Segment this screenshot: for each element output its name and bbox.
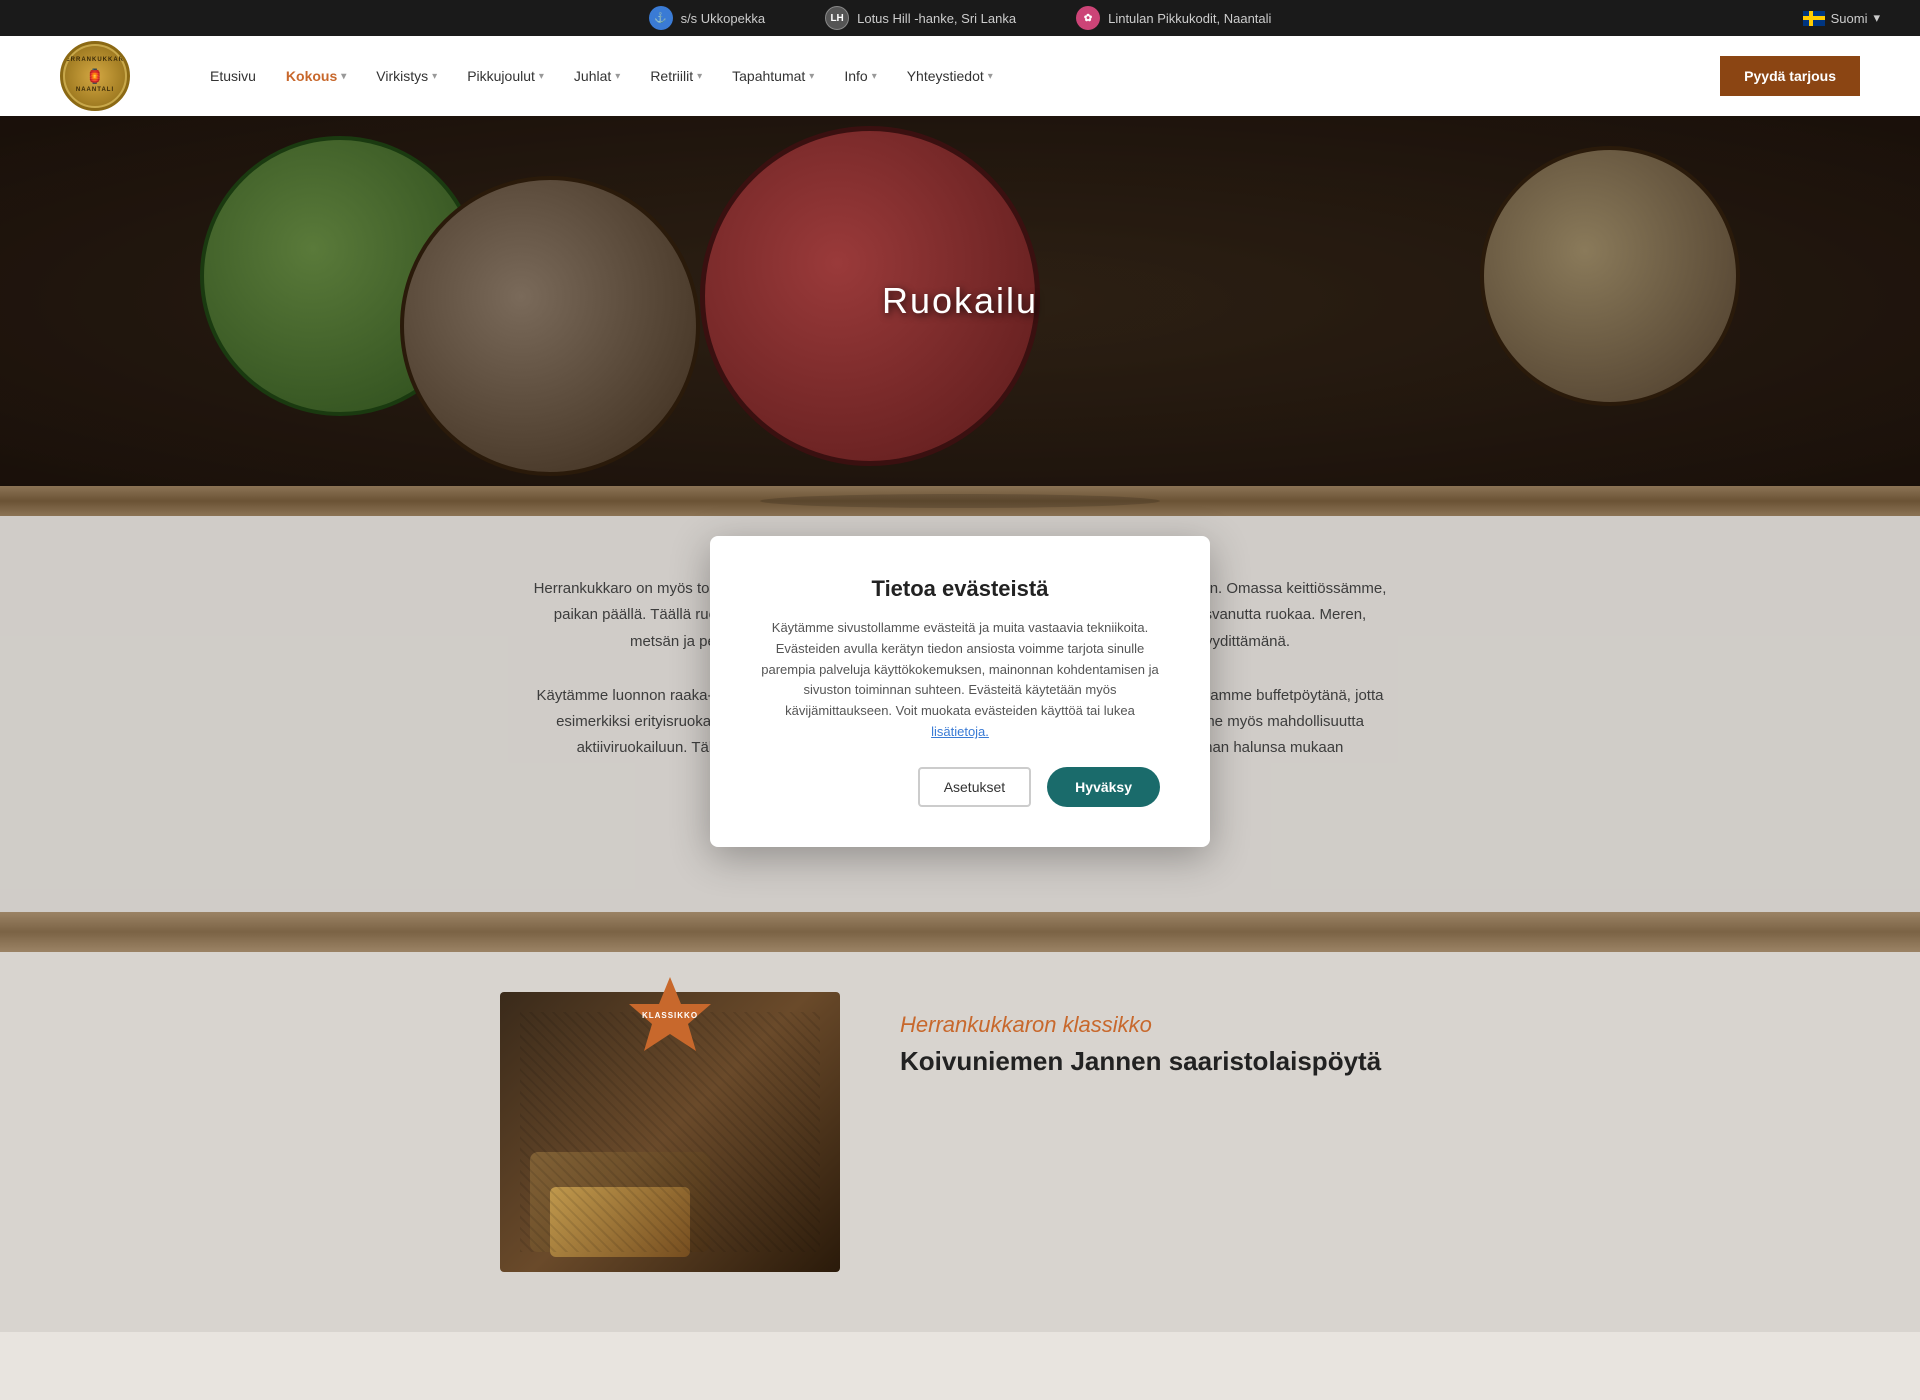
navbar: HERRANKUKKARO 🏮 NAANTALI Etusivu Kokous … [0, 36, 1920, 116]
svg-text:KLASSIKKO: KLASSIKKO [642, 1011, 698, 1020]
topbar-label-ukkopekka: s/s Ukkopekka [681, 11, 766, 26]
nav-virkistys[interactable]: Virkistys ▾ [376, 68, 437, 84]
cookie-title: Tietoa evästeistä [760, 576, 1160, 602]
pikkujoulut-chevron: ▾ [539, 71, 544, 82]
tapahtumat-chevron: ▾ [809, 71, 814, 82]
hero-title: Ruokailu [882, 280, 1038, 322]
hero-section: Ruokailu [0, 116, 1920, 486]
topbar-item-ukkopekka[interactable]: ⚓ s/s Ukkopekka [649, 6, 766, 30]
language-selector[interactable]: Suomi ▾ [1803, 10, 1880, 26]
topbar-item-lintulan[interactable]: ✿ Lintulan Pikkukodit, Naantali [1076, 6, 1271, 30]
nav-info[interactable]: Info ▾ [844, 68, 876, 84]
wood-divider-bottom [0, 912, 1920, 952]
bowl-3 [1480, 146, 1740, 406]
lintulan-icon: ✿ [1076, 6, 1100, 30]
nav-kokous[interactable]: Kokous ▾ [286, 68, 346, 84]
klassikko-heading: Koivuniemen Jannen saaristolaispöytä [900, 1046, 1381, 1077]
klassikko-image-wrap: KLASSIKKO [500, 992, 840, 1272]
bowl-4 [400, 176, 700, 476]
cookie-accept-button[interactable]: Hyväksy [1047, 767, 1160, 807]
kokous-chevron: ▾ [341, 71, 346, 82]
topbar-label-lotus: Lotus Hill -hanke, Sri Lanka [857, 11, 1016, 26]
klassikko-section: KLASSIKKO Herrankukkaron klassikko Koivu… [460, 992, 1460, 1272]
content-section: Tietoa evästeistä Käytämme sivustollamme… [0, 516, 1920, 912]
klassikko-star-container: KLASSIKKO [625, 972, 715, 1062]
nav-juhlat[interactable]: Juhlat ▾ [574, 68, 620, 84]
info-chevron: ▾ [872, 71, 877, 82]
logo-inner: HERRANKUKKARO 🏮 NAANTALI [65, 46, 125, 106]
nav-pikkujoulut[interactable]: Pikkujoulut ▾ [467, 68, 544, 84]
juhlat-chevron: ▾ [615, 71, 620, 82]
nav-links: Etusivu Kokous ▾ Virkistys ▾ Pikkujoulut… [210, 68, 1720, 84]
yhteystiedot-chevron: ▾ [988, 71, 993, 82]
virkistys-chevron: ▾ [432, 71, 437, 82]
cookie-more-link[interactable]: lisätietoja. [931, 724, 989, 739]
nav-tapahtumat[interactable]: Tapahtumat ▾ [732, 68, 814, 84]
cookie-buttons: Asetukset Hyväksy [760, 767, 1160, 807]
klassikko-star-svg: KLASSIKKO [625, 972, 715, 1062]
wood-divider-top [0, 486, 1920, 516]
cookie-modal-overlay: Tietoa evästeistä Käytämme sivustollamme… [0, 516, 1920, 912]
nav-etusivu[interactable]: Etusivu [210, 68, 256, 84]
logo[interactable]: HERRANKUKKARO 🏮 NAANTALI [60, 41, 130, 111]
language-label: Suomi [1831, 11, 1868, 26]
language-chevron: ▾ [1873, 10, 1880, 26]
topbar-label-lintulan: Lintulan Pikkukodit, Naantali [1108, 11, 1271, 26]
cookie-body: Käytämme sivustollamme evästeitä ja muit… [760, 618, 1160, 743]
nav-retriilit[interactable]: Retriilit ▾ [650, 68, 702, 84]
ukkopekka-icon: ⚓ [649, 6, 673, 30]
klassikko-text: Herrankukkaron klassikko Koivuniemen Jan… [900, 992, 1381, 1077]
food-visual [530, 1152, 710, 1252]
top-bar: ⚓ s/s Ukkopekka LH Lotus Hill -hanke, Sr… [0, 0, 1920, 36]
bottom-section: KLASSIKKO Herrankukkaron klassikko Koivu… [0, 912, 1920, 1332]
retriilit-chevron: ▾ [697, 71, 702, 82]
klassikko-subtitle: Herrankukkaron klassikko [900, 1012, 1381, 1038]
topbar-item-lotus[interactable]: LH Lotus Hill -hanke, Sri Lanka [825, 6, 1016, 30]
nav-yhteystiedot[interactable]: Yhteystiedot ▾ [907, 68, 993, 84]
cta-button[interactable]: Pyydä tarjous [1720, 56, 1860, 96]
cookie-modal: Tietoa evästeistä Käytämme sivustollamme… [710, 536, 1210, 847]
cookie-settings-button[interactable]: Asetukset [918, 767, 1031, 807]
lotus-icon: LH [825, 6, 849, 30]
finland-flag [1803, 11, 1825, 26]
